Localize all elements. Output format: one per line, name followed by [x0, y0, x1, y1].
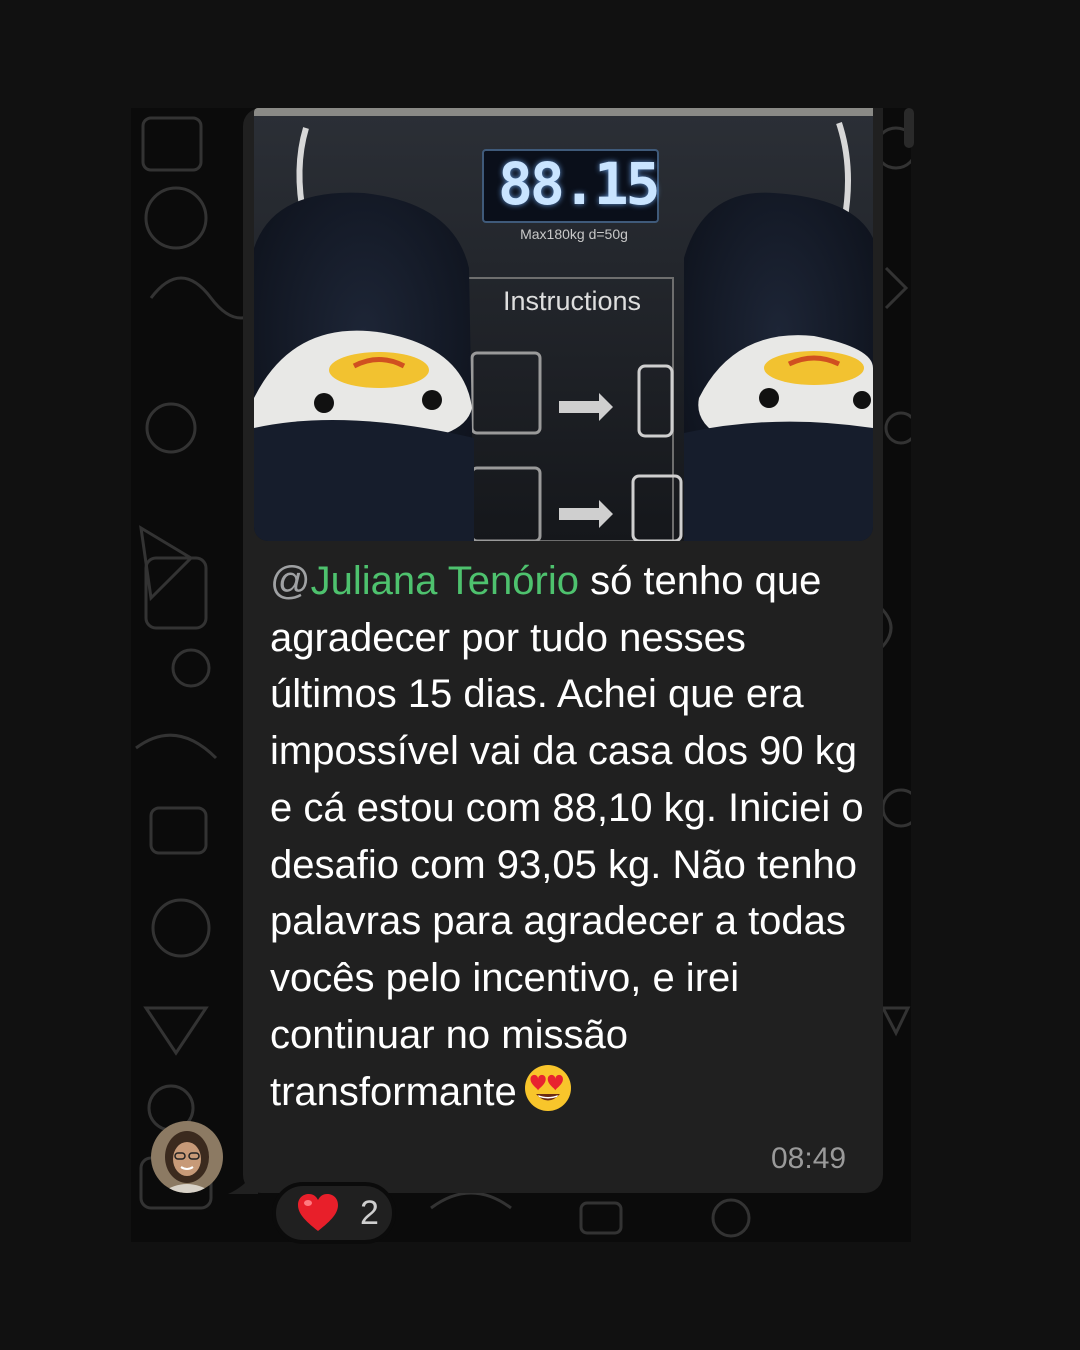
message-photo-scale[interactable]: 88.15 Max180kg d=50g Instructions: [254, 108, 873, 541]
scroll-indicator[interactable]: [904, 108, 914, 148]
avatar-portrait: [151, 1121, 223, 1193]
message-text: @Juliana Tenório só tenho que agradecer …: [270, 553, 870, 1121]
message-time: 08:49: [771, 1142, 847, 1175]
mention-link[interactable]: Juliana Tenório: [311, 559, 579, 603]
scale-capacity-label: Max180kg d=50g: [520, 226, 628, 242]
mention-at-sign: @: [270, 559, 311, 603]
message-body: só tenho que agradecer por tudo nesses ú…: [270, 559, 864, 1115]
reaction-count: 2: [360, 1193, 379, 1232]
scale-weight-reading: 88.15: [498, 150, 661, 218]
red-heart-icon: [298, 1194, 338, 1231]
reaction-pill[interactable]: 2: [272, 1182, 396, 1244]
heart-eyes-emoji-icon: [524, 1065, 571, 1112]
scale-instructions-title: Instructions: [502, 286, 642, 316]
sender-avatar[interactable]: [151, 1121, 223, 1193]
